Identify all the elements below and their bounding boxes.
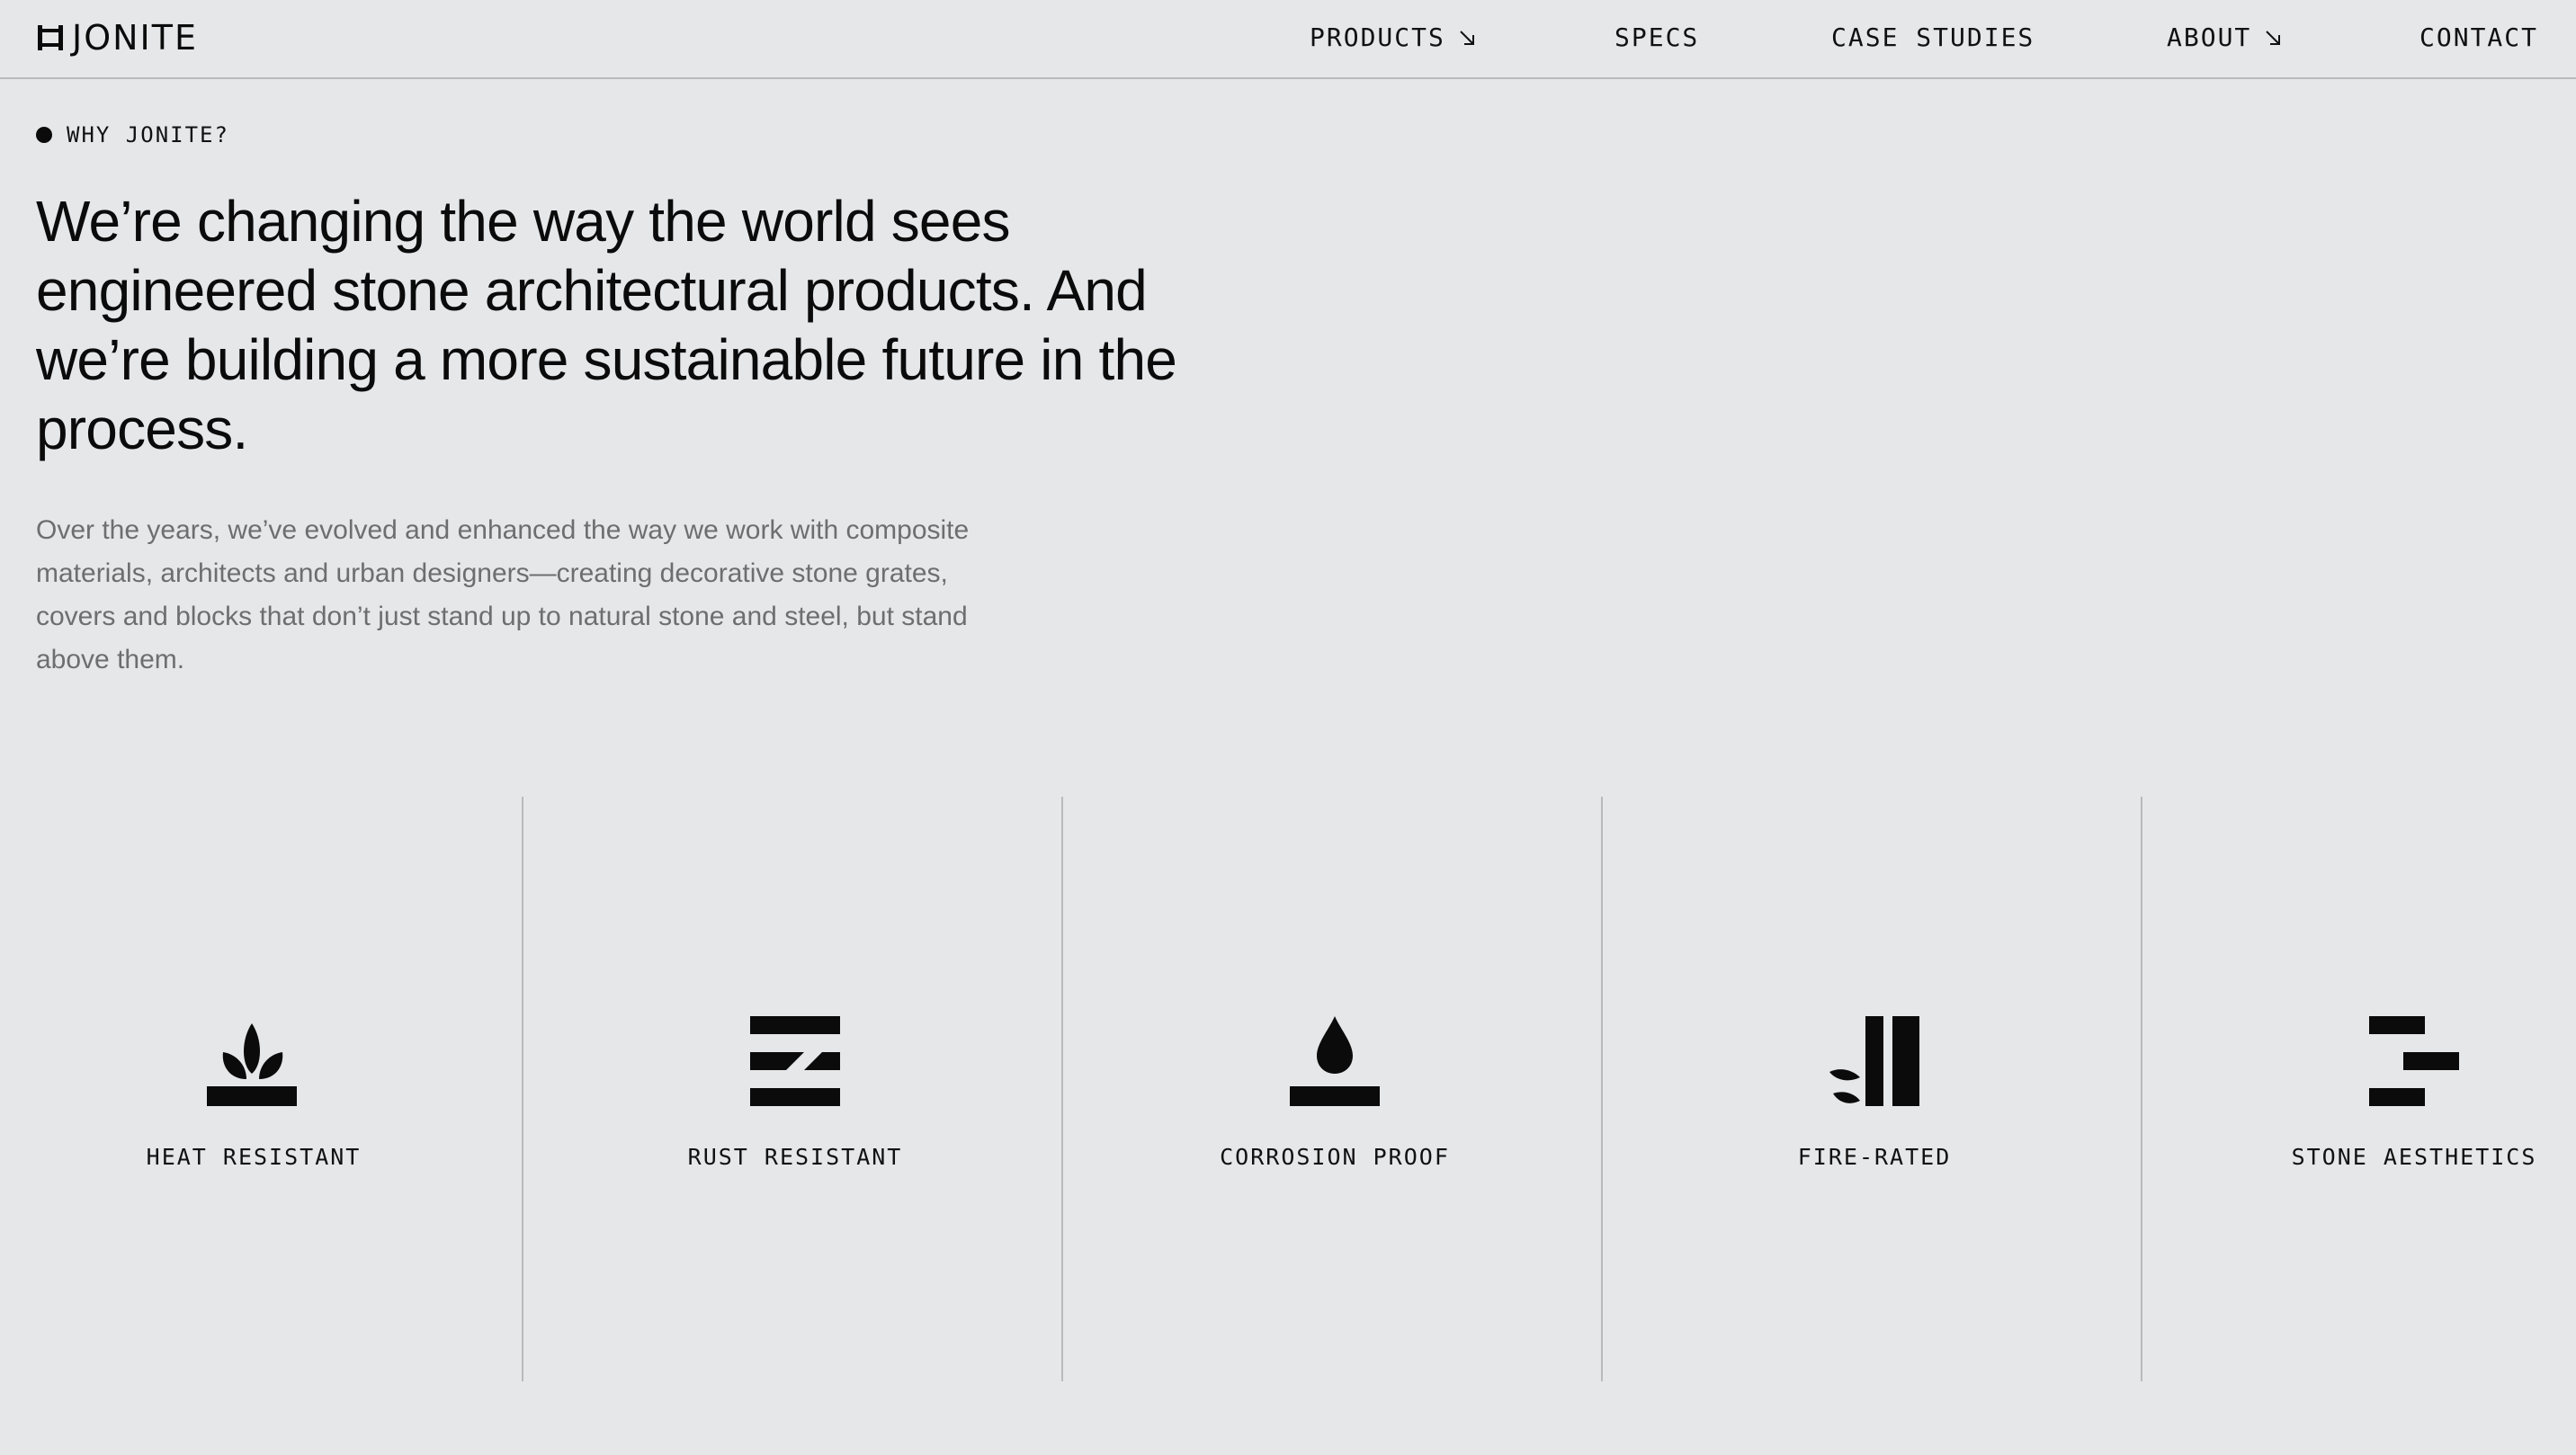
nav-specs[interactable]: SPECS: [1614, 20, 1699, 56]
rust-resistant-icon: [750, 1016, 840, 1106]
nav-case-studies[interactable]: CASE STUDIES: [1831, 20, 2035, 56]
arrow-down-right-icon: [1460, 31, 1474, 45]
nav-specs-label: SPECS: [1614, 22, 1700, 52]
feature-divider: [522, 797, 523, 1381]
feature-divider: [1061, 797, 1063, 1381]
feature-label: RUST RESISTANT: [687, 1144, 903, 1170]
features-row: HEAT RESISTANT RUST RESISTANT CORROSION …: [0, 797, 2576, 1381]
feature-label: STONE AESTHETICS: [2291, 1144, 2537, 1170]
page-headline: We’re changing the way the world sees en…: [36, 189, 1177, 461]
feature-fire-rated: FIRE-RATED: [1619, 797, 2159, 1381]
feature-label: FIRE-RATED: [1797, 1144, 1952, 1170]
fire-rated-icon: [1829, 1016, 1919, 1106]
logo-mark-icon: [38, 25, 63, 50]
nav-contact[interactable]: CONTACT: [2419, 20, 2538, 56]
feature-stone-aesthetics: STONE AESTHETICS: [2159, 797, 2576, 1381]
feature-label: CORROSION PROOF: [1220, 1144, 1450, 1170]
nav-products[interactable]: PRODUCTS: [1310, 20, 1476, 56]
feature-rust-resistant: RUST RESISTANT: [540, 797, 1079, 1381]
feature-label: HEAT RESISTANT: [146, 1144, 362, 1170]
nav-contact-label: CONTACT: [2419, 22, 2539, 52]
feature-divider: [2141, 797, 2142, 1381]
arrow-down-right-icon: [2266, 31, 2281, 45]
section-eyebrow: WHY JONITE?: [36, 119, 229, 151]
corrosion-proof-icon: [1290, 1016, 1380, 1106]
heat-resistant-icon: [207, 1023, 297, 1106]
feature-divider: [1601, 797, 1603, 1381]
nav-products-label: PRODUCTS: [1310, 22, 1445, 52]
nav-case-studies-label: CASE STUDIES: [1831, 22, 2035, 52]
bullet-dot-icon: [36, 127, 52, 143]
stone-aesthetics-icon: [2369, 1016, 2459, 1106]
logo[interactable]: JONITE: [36, 18, 198, 58]
nav-about-label: ABOUT: [2167, 22, 2252, 52]
nav-about[interactable]: ABOUT: [2167, 20, 2282, 56]
site-header: JONITE PRODUCTS SPECS CASE STUDIES ABOUT…: [0, 0, 2576, 79]
feature-corrosion-proof: CORROSION PROOF: [1079, 797, 1619, 1381]
feature-heat-resistant: HEAT RESISTANT: [0, 797, 540, 1381]
logo-text: JONITE: [72, 18, 198, 58]
eyebrow-label: WHY JONITE?: [67, 122, 229, 147]
intro-body-text: Over the years, we’ve evolved and enhanc…: [36, 515, 970, 674]
